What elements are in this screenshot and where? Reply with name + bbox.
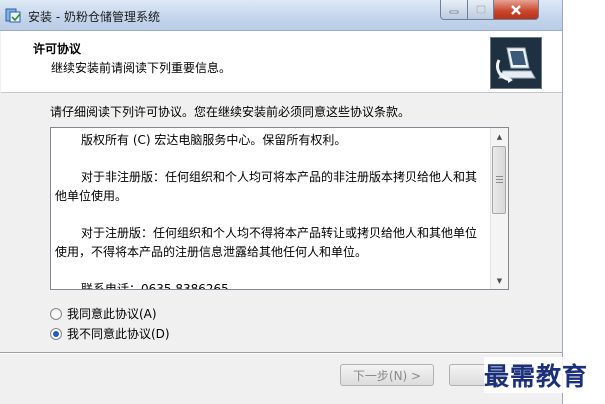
- window-title: 安装 - 奶粉仓储管理系统: [28, 10, 160, 24]
- decline-radio[interactable]: [50, 327, 62, 340]
- accept-option[interactable]: 我同意此协议(A): [50, 305, 157, 322]
- accept-label: 我同意此协议(A): [67, 307, 157, 321]
- decline-option[interactable]: 我不同意此协议(D): [50, 325, 170, 342]
- decline-label: 我不同意此协议(D): [67, 327, 170, 341]
- license-content: 版权所有 (C) 宏达电脑服务中心。保留所有权利。 对于非注册版：任何组织和个人…: [55, 128, 487, 290]
- footer-separator: [0, 352, 562, 354]
- maximize-button[interactable]: [467, 0, 494, 20]
- license-paragraph: 版权所有 (C) 宏达电脑服务中心。保留所有权利。: [81, 133, 347, 147]
- thumb-grip: [496, 179, 503, 180]
- scroll-down-arrow-icon[interactable]: ▼: [491, 272, 508, 289]
- wizard-header: 许可协议 继续安装前请阅读下列重要信息。: [1, 31, 562, 93]
- thumb-grip: [496, 182, 503, 183]
- next-button[interactable]: 下一步(N) >: [340, 364, 434, 386]
- installer-computer-icon: [490, 37, 542, 89]
- close-button[interactable]: [493, 0, 539, 20]
- scrollbar-thumb[interactable]: [492, 146, 506, 214]
- license-scrollbar[interactable]: ▲ ▼: [490, 128, 508, 289]
- thumb-grip: [496, 176, 503, 177]
- maximize-icon: [475, 4, 486, 14]
- installer-app-icon: [5, 8, 21, 23]
- license-text-box[interactable]: 版权所有 (C) 宏达电脑服务中心。保留所有权利。 对于非注册版：任何组织和个人…: [50, 127, 509, 290]
- close-icon: [511, 4, 521, 15]
- installer-window: 安装 - 奶粉仓储管理系统 许可协议 继续安装前请阅读下列重要信息。 请仔细阅读…: [0, 0, 563, 404]
- watermark-logo: 最需教育: [484, 357, 589, 393]
- minimize-button[interactable]: [440, 0, 468, 20]
- scroll-up-arrow-icon[interactable]: ▲: [491, 128, 508, 145]
- title-bar[interactable]: 安装 - 奶粉仓储管理系统: [0, 0, 562, 31]
- license-paragraph: 对于非注册版：任何组织和个人均可将本产品的非注册版本拷贝给他人和其他单位使用。: [55, 170, 478, 203]
- license-paragraph: 对于注册版：任何组织和个人均不得将本产品转让或拷贝给他人和其他单位使用，不得将本…: [55, 226, 478, 259]
- page-title: 许可协议: [33, 42, 82, 56]
- license-instruction: 请仔细阅读下列许可协议。您在继续安装前必须同意这些协议条款。: [50, 105, 411, 119]
- minimize-icon: [449, 10, 459, 13]
- license-paragraph: 联系电话：0635 8386265: [81, 282, 229, 290]
- page-subtitle: 继续安装前请阅读下列重要信息。: [51, 61, 232, 75]
- accept-radio[interactable]: [50, 307, 62, 320]
